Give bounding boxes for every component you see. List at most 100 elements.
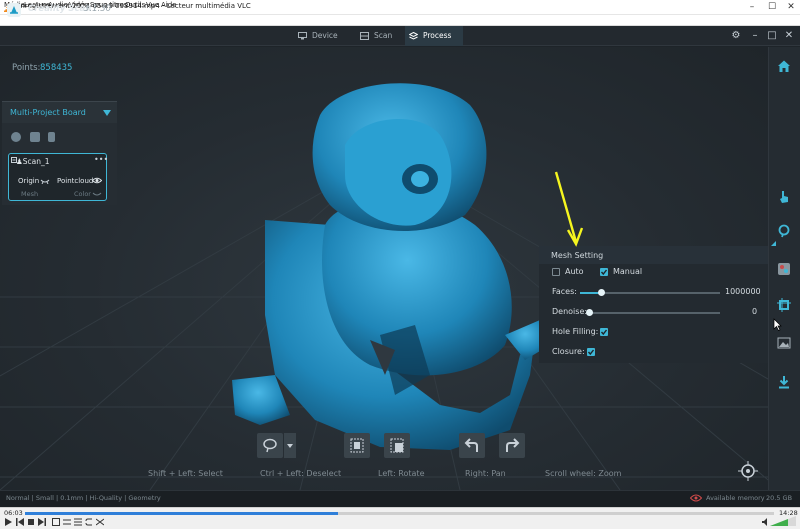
invert-selection-button[interactable] <box>384 433 410 458</box>
texture-icon[interactable] <box>777 262 791 276</box>
invert-selection-icon <box>390 438 404 453</box>
closure-label: Closure: <box>552 347 585 356</box>
sphere-tool-icon[interactable] <box>11 132 21 142</box>
volume-slider[interactable] <box>770 516 796 526</box>
expand-arrow-icon[interactable] <box>771 241 776 246</box>
faces-slider-handle[interactable] <box>597 289 605 296</box>
memory-label: Available memory <box>706 494 765 502</box>
hidden-eye-icon[interactable] <box>40 178 50 184</box>
auto-label: Auto <box>565 267 584 276</box>
redo-arrow-icon <box>506 438 520 452</box>
image-icon[interactable] <box>777 336 791 350</box>
trash-icon[interactable] <box>48 132 55 142</box>
faces-label: Faces: <box>552 287 577 296</box>
app-version: 3.1.30 <box>84 4 112 14</box>
hint-pan: Right: Pan <box>465 469 506 478</box>
previous-icon[interactable] <box>16 518 24 526</box>
app-header <box>0 26 800 46</box>
hand-pointer-icon[interactable] <box>777 190 791 204</box>
app-maximize-button[interactable]: □ <box>765 29 779 43</box>
tab-scan[interactable]: Scan <box>356 26 400 46</box>
closure-checkbox[interactable] <box>587 348 595 356</box>
denoise-slider-handle[interactable] <box>585 309 593 316</box>
lasso-select-icon <box>263 438 277 453</box>
scan-mesh-label: Mesh <box>21 190 39 198</box>
vlc-menu-bar <box>0 15 800 26</box>
elapsed-time: 06:03 <box>4 509 23 517</box>
tab-process-label: Process <box>423 31 452 40</box>
process-icon <box>409 32 418 40</box>
extended-settings-icon[interactable] <box>63 518 71 526</box>
denoise-slider-track[interactable] <box>589 312 720 314</box>
denoise-value: 0 <box>752 307 758 316</box>
mouse-cursor-icon <box>773 318 782 331</box>
close-button[interactable]: ✕ <box>781 0 800 15</box>
manual-label: Manual <box>613 267 643 276</box>
vlc-controls <box>0 507 800 529</box>
mesh-tool-icon[interactable] <box>777 298 791 312</box>
fullscreen-icon[interactable] <box>52 518 60 526</box>
mesh-setting-title: Mesh Setting <box>551 251 604 260</box>
color-hidden-eye-icon[interactable] <box>92 191 102 197</box>
device-icon <box>298 32 307 40</box>
stop-icon[interactable] <box>27 518 35 526</box>
select-mode-dropdown[interactable] <box>284 433 296 458</box>
menu-vue[interactable]: Vue <box>146 1 159 9</box>
volume-icon[interactable] <box>762 518 770 526</box>
next-icon[interactable] <box>38 518 46 526</box>
scan-icon <box>360 32 369 40</box>
points-label: Points: <box>12 63 41 73</box>
tab-process[interactable]: Process <box>405 26 463 46</box>
hole-filling-label: Hole Filling: <box>552 327 599 336</box>
app-name: Creality Scan <box>28 4 92 14</box>
recenter-target-icon[interactable] <box>738 461 758 481</box>
denoise-label: Denoise: <box>552 307 588 316</box>
auto-checkbox[interactable] <box>552 268 560 276</box>
undo-arrow-icon <box>464 438 478 452</box>
scan-origin-label: Origin <box>18 177 40 185</box>
home-icon[interactable] <box>777 59 791 73</box>
collapse-caret-icon[interactable] <box>103 110 111 116</box>
settings-gear-icon[interactable]: ⚙ <box>729 29 743 43</box>
playlist-icon[interactable] <box>74 518 82 526</box>
folder-icon[interactable] <box>30 132 40 142</box>
tab-scan-label: Scan <box>374 31 393 40</box>
minimize-button[interactable]: – <box>742 0 762 15</box>
app-minimize-button[interactable]: – <box>748 29 762 43</box>
loop-icon[interactable] <box>85 518 93 526</box>
hint-deselect: Ctrl + Left: Deselect <box>260 469 342 478</box>
redo-button[interactable] <box>499 433 525 458</box>
select-all-icon <box>350 438 364 453</box>
creality-logo-icon <box>7 3 21 17</box>
scan-status-text: Normal | Small | 0.1mm | Hi-Quality | Ge… <box>6 494 161 502</box>
maximize-button[interactable]: ☐ <box>762 0 782 15</box>
menu-aide[interactable]: Aide <box>161 1 176 9</box>
hint-zoom: Scroll wheel: Zoom <box>545 469 622 478</box>
project-board-title: Multi-Project Board <box>10 108 86 117</box>
download-icon[interactable] <box>777 375 791 389</box>
dropdown-caret-icon <box>287 444 293 448</box>
more-options-icon[interactable]: ••• <box>94 155 108 164</box>
memory-value: 20.5 GB <box>766 494 793 502</box>
hint-select: Shift + Left: Select <box>148 469 223 478</box>
lasso-select-button[interactable] <box>257 433 283 458</box>
tab-device-label: Device <box>312 31 338 40</box>
points-count: 858435 <box>40 63 73 73</box>
manual-checkbox[interactable] <box>600 268 608 276</box>
memory-eye-icon <box>690 494 702 502</box>
select-all-button[interactable] <box>344 433 370 458</box>
shuffle-icon[interactable] <box>96 518 104 526</box>
scan-pointcloud-label: Pointcloud <box>57 177 94 185</box>
lasso-icon[interactable] <box>777 224 791 238</box>
menu-outils[interactable]: Outils <box>125 1 145 9</box>
seek-progress <box>25 512 339 515</box>
visible-eye-icon[interactable] <box>92 177 102 184</box>
app-close-button[interactable]: ✕ <box>782 29 796 43</box>
tab-device[interactable]: Device <box>294 26 346 46</box>
scan-color-label: Color <box>74 190 91 198</box>
play-icon[interactable] <box>4 518 12 526</box>
undo-button[interactable] <box>459 433 485 458</box>
project-board-header[interactable]: Multi-Project Board <box>2 101 117 123</box>
faces-value: 1000000 <box>725 287 761 296</box>
hole-filling-checkbox[interactable] <box>600 328 608 336</box>
